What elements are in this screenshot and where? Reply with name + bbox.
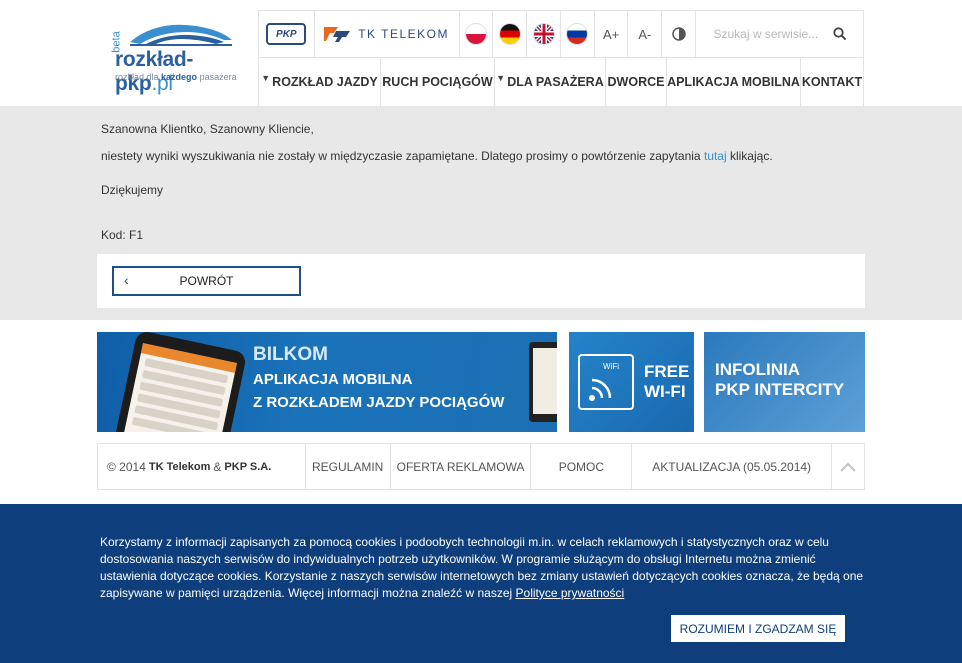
nav-label: RUCH POCIĄGÓW — [382, 75, 493, 89]
nav-label: APLIKACJA MOBILNA — [667, 75, 800, 89]
message-area: Szanowna Klientko, Szanowny Kliencie, ni… — [0, 106, 962, 320]
message-body-text: niestety wyniki wyszukiwania nie zostały… — [101, 149, 704, 163]
search-box — [696, 11, 863, 57]
uk-flag-icon — [533, 24, 554, 44]
cookie-body: Korzystamy z informacji zapisanych za po… — [100, 535, 864, 600]
infolinia-banner[interactable]: INFOLINIA PKP INTERCITY — [704, 332, 865, 432]
german-flag-icon — [499, 24, 520, 44]
tk-telekom-label: TK TELEKOM — [358, 27, 450, 41]
lang-ru[interactable] — [561, 11, 595, 57]
pkp-link[interactable]: PKP — [259, 11, 315, 57]
search-input[interactable] — [713, 27, 834, 41]
back-button[interactable]: ‹ POWRÓT — [112, 266, 301, 296]
tagline: rozkład dla każdego pasażera — [115, 72, 237, 82]
wifi-line1: FREE — [644, 362, 690, 381]
greeting-text: Szanowna Klientko, Szanowny Kliencie, — [101, 122, 314, 136]
nav-item-kontakt[interactable]: KONTAKT — [800, 58, 864, 106]
logo-swoosh-icon — [130, 24, 232, 46]
top-bar: PKP TK TELEKOM A+ A- Szukaj w serwisie..… — [258, 10, 864, 58]
phone-image — [110, 332, 248, 432]
cookie-text: Korzystamy z informacji zapisanych za po… — [100, 534, 870, 602]
nav-label: DWORCE — [607, 75, 665, 89]
search-icon[interactable] — [833, 27, 847, 41]
company-tk-telekom: TK Telekom — [148, 460, 211, 473]
footer-link-pomoc[interactable]: POMOC — [531, 444, 633, 489]
back-button-label: POWRÓT — [179, 274, 234, 288]
wifi-waves-icon — [589, 378, 612, 401]
nav-item-dla-pasazera[interactable]: ▼ DLA PASAŻERA — [494, 58, 605, 106]
lang-de[interactable] — [493, 11, 528, 57]
bilkom-banner[interactable]: BILKOM APLIKACJA MOBILNA Z ROZKŁADEM JAZ… — [97, 332, 557, 432]
lang-en[interactable] — [527, 11, 561, 57]
copyright-amp: & — [213, 459, 222, 474]
nav-item-aplikacja-mobilna[interactable]: APLIKACJA MOBILNA — [666, 58, 800, 106]
pkp-logo-icon: PKP — [266, 23, 307, 45]
font-decrease-button[interactable]: A- — [628, 11, 663, 57]
free-wifi-banner[interactable]: WiFi FREE WI-FI — [569, 332, 694, 432]
button-panel: ‹ POWRÓT — [97, 254, 865, 308]
tablet-image — [529, 342, 557, 422]
bilkom-line2: Z ROZKŁADEM JAZDY POCIĄGÓW — [253, 394, 505, 411]
nav-label: DLA PASAŻERA — [507, 75, 604, 89]
cookie-agree-button[interactable]: ROZUMIEM I ZGADZAM SIĘ — [671, 615, 845, 642]
nav-label: KONTAKT — [801, 75, 863, 89]
font-increase-button[interactable]: A+ — [595, 11, 629, 57]
contrast-button[interactable] — [662, 11, 696, 57]
footer-link-oferta[interactable]: OFERTA REKLAMOWA — [391, 444, 532, 489]
polish-flag-icon — [466, 24, 486, 44]
tk-telekom-link[interactable]: TK TELEKOM — [315, 11, 460, 57]
error-code: Kod: F1 — [101, 228, 144, 242]
header: beta rozkład-pkp.pl rozkład dla każdego … — [0, 0, 962, 106]
retry-link[interactable]: tutaj — [704, 149, 727, 163]
contrast-icon — [671, 27, 686, 41]
infolinia-line2: PKP INTERCITY — [715, 380, 845, 399]
privacy-policy-link[interactable]: Polityce prywatności — [516, 586, 625, 600]
nav-item-ruch-pociagow[interactable]: RUCH POCIĄGÓW — [380, 58, 494, 106]
tk-telekom-logo-icon — [324, 27, 351, 42]
bilkom-line1: APLIKACJA MOBILNA — [253, 371, 413, 388]
main-nav: ▼ ROZKŁAD JAZDY RUCH POCIĄGÓW ▼ DLA PASAŻE… — [258, 58, 864, 106]
tagline-post: pasażera — [199, 72, 237, 82]
russian-flag-icon — [567, 24, 588, 44]
nav-label: ROZKŁAD JAZDY — [272, 75, 378, 89]
wifi-icon-label: WiFi — [603, 362, 619, 371]
footer-link-aktualizacja[interactable]: AKTUALIZACJA (05.05.2014) — [632, 444, 833, 489]
copyright-year: © 2014 — [107, 459, 146, 474]
infolinia-text: INFOLINIA PKP INTERCITY — [715, 360, 844, 400]
footer-link-regulamin[interactable]: REGULAMIN — [306, 444, 391, 489]
infolinia-line1: INFOLINIA — [715, 360, 800, 379]
thanks-text: Dziękujemy — [101, 183, 164, 197]
site-logo[interactable]: beta rozkład-pkp.pl rozkład dla każdego … — [111, 22, 247, 95]
footer: © 2014 TK Telekom & PKP S.A. REGULAMIN O… — [97, 443, 865, 490]
copyright: © 2014 TK Telekom & PKP S.A. — [98, 444, 306, 489]
wifi-text: FREE WI-FI — [644, 362, 689, 402]
tagline-bold: każdego — [161, 72, 198, 82]
tagline-pre: rozkład dla — [115, 72, 159, 82]
wifi-line2: WI-FI — [644, 382, 686, 401]
wifi-icon: WiFi — [578, 354, 634, 410]
cookie-bar: Korzystamy z informacji zapisanych za po… — [0, 504, 962, 663]
dropdown-caret-icon: ▼ — [261, 73, 271, 83]
bilkom-title: BILKOM — [253, 344, 328, 365]
scroll-top-button[interactable] — [832, 444, 864, 489]
chevron-left-icon: ‹ — [124, 272, 129, 288]
company-pkp: PKP S.A. — [224, 460, 272, 473]
dropdown-caret-icon: ▼ — [496, 73, 506, 83]
message-body: niestety wyniki wyszukiwania nie zostały… — [101, 149, 773, 163]
chevron-up-icon — [840, 462, 856, 472]
nav-item-rozklad-jazdy[interactable]: ▼ ROZKŁAD JAZDY — [258, 58, 380, 106]
lang-pl[interactable] — [460, 11, 494, 57]
nav-item-dworce[interactable]: DWORCE — [605, 58, 666, 106]
message-body-end: klikając. — [726, 149, 773, 163]
